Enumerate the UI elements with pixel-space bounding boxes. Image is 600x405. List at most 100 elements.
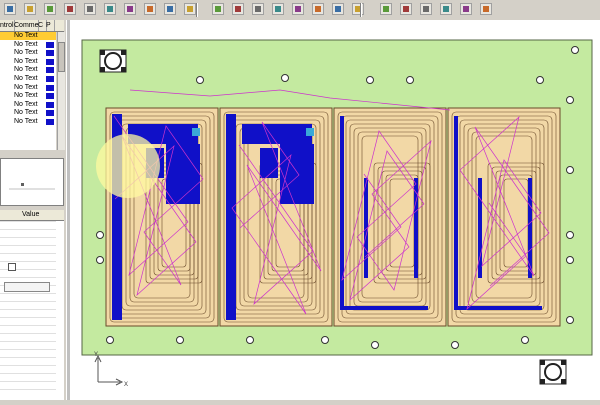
operation-comment: No Text: [14, 49, 38, 57]
property-row-line: [0, 341, 56, 342]
mounting-hole: [406, 76, 414, 84]
curve-icon[interactable]: [352, 3, 364, 15]
operation-row[interactable]: No Text: [0, 75, 56, 83]
operation-row[interactable]: No Text: [0, 40, 56, 49]
property-value-field[interactable]: [4, 282, 50, 292]
operation-comment: No Text: [14, 66, 38, 74]
mounting-hole: [366, 76, 374, 84]
paste-icon-glyph: [127, 6, 133, 12]
undo-icon-glyph: [147, 6, 153, 12]
cut-icon[interactable]: [84, 3, 96, 15]
paste-icon[interactable]: [124, 3, 136, 15]
line-icon[interactable]: [292, 3, 304, 15]
operation-color-swatch: [46, 50, 54, 57]
line-icon-glyph: [295, 6, 301, 12]
property-row-line: [0, 253, 56, 254]
copy-icon[interactable]: [104, 3, 116, 15]
tool-preview-graphic: [9, 183, 55, 190]
operation-color-swatch: [46, 93, 54, 100]
property-checkbox[interactable]: [8, 263, 16, 271]
column-header-comment[interactable]: Comment: [14, 20, 39, 31]
pan-icon[interactable]: [212, 3, 224, 15]
operation-row[interactable]: No Text: [0, 100, 56, 109]
circle-icon[interactable]: [332, 3, 344, 15]
scroll-thumb[interactable]: [58, 42, 65, 72]
toolpath-drawing[interactable]: Y X: [70, 20, 600, 400]
main-toolbar: [0, 0, 600, 21]
save-icon[interactable]: [44, 3, 56, 15]
cad-viewport[interactable]: Y X: [70, 20, 600, 400]
operation-color-swatch: [46, 76, 54, 82]
select-icon-glyph: [275, 6, 281, 12]
mounting-hole: [371, 341, 379, 349]
properties-header: Value: [0, 210, 64, 221]
x-axis-label: X: [124, 382, 128, 388]
mounting-hole: [536, 76, 544, 84]
operation-color-swatch: [46, 33, 54, 39]
redo-icon-glyph: [167, 6, 173, 12]
dimension-icon[interactable]: [380, 3, 392, 15]
operation-color-swatch: [46, 67, 54, 74]
mounting-hole: [321, 336, 329, 344]
property-row-line: [0, 245, 56, 246]
mounting-hole: [281, 74, 289, 82]
property-row-line: [0, 357, 56, 358]
properties-grid: [0, 221, 64, 400]
property-row-line: [0, 293, 56, 294]
operation-comment: No Text: [14, 32, 38, 39]
property-row-line: [0, 381, 56, 382]
property-row-line: [0, 301, 56, 302]
print-icon-glyph: [67, 6, 73, 12]
operations-scrollbar[interactable]: [57, 32, 65, 150]
settings-icon[interactable]: [480, 3, 492, 15]
property-row-line: [0, 237, 56, 238]
dimension-icon-glyph: [383, 6, 389, 12]
column-header-p[interactable]: P: [46, 20, 55, 31]
operation-color-swatch: [46, 101, 54, 108]
property-row-line: [0, 333, 56, 334]
toolpath-icon-glyph: [423, 6, 429, 12]
pocket-fill: [454, 116, 458, 310]
undo-icon[interactable]: [144, 3, 156, 15]
column-header-control[interactable]: ntrol: [0, 20, 15, 31]
measure-icon[interactable]: [400, 3, 412, 15]
view-icon[interactable]: [232, 3, 244, 15]
mounting-hole: [566, 316, 574, 324]
circle-icon-glyph: [335, 6, 341, 12]
operation-row[interactable]: No Text: [0, 49, 56, 58]
operation-comment: No Text: [14, 100, 38, 108]
copy-icon-glyph: [107, 6, 113, 12]
operations-grid: No Text No Text No Text No Text No Text No Te…: [0, 32, 56, 150]
select-icon[interactable]: [272, 3, 284, 15]
operation-row[interactable]: No Text: [0, 32, 56, 40]
mounting-hole: [96, 231, 104, 239]
property-row-line: [0, 229, 56, 230]
property-row-line: [0, 317, 56, 318]
operation-row[interactable]: No Text: [0, 109, 56, 118]
zoom-icon[interactable]: [184, 3, 196, 15]
operation-row[interactable]: No Text: [0, 92, 56, 101]
operation-row[interactable]: No Text: [0, 83, 56, 92]
pocket-fill: [280, 144, 314, 204]
open-icon[interactable]: [24, 3, 36, 15]
new-icon[interactable]: [4, 3, 16, 15]
mounting-hole: [521, 336, 529, 344]
print-icon[interactable]: [64, 3, 76, 15]
post-icon[interactable]: [460, 3, 472, 15]
value-column-header: Value: [22, 211, 40, 218]
layer-icon-glyph: [255, 6, 261, 12]
operation-comment: No Text: [14, 109, 38, 117]
operations-grid-header: ntrol Comment C P: [0, 20, 64, 32]
simulate-icon[interactable]: [440, 3, 452, 15]
operation-row[interactable]: No Text: [0, 118, 56, 126]
property-row-line: [0, 221, 56, 222]
toolpath-icon[interactable]: [420, 3, 432, 15]
layer-icon[interactable]: [252, 3, 264, 15]
arc-icon[interactable]: [312, 3, 324, 15]
property-row-line: [0, 277, 56, 278]
redo-icon[interactable]: [164, 3, 176, 15]
operation-row[interactable]: No Text: [0, 66, 56, 75]
settings-icon-glyph: [483, 6, 489, 12]
operation-row[interactable]: No Text: [0, 57, 56, 66]
selection-highlight: [96, 134, 160, 198]
